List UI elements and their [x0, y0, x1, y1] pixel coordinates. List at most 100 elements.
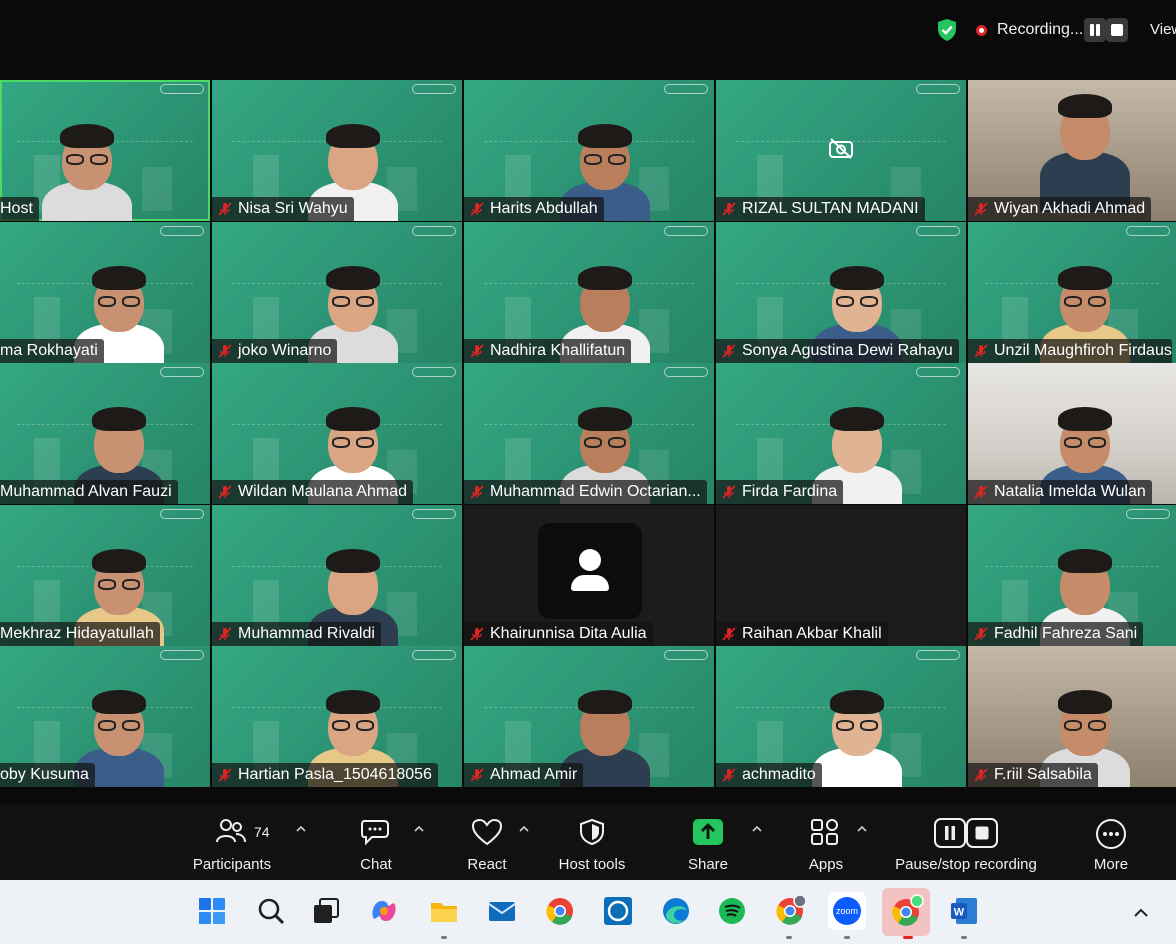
- stop-recording-button[interactable]: [1106, 18, 1128, 42]
- meeting-top-bar: Recording... View: [0, 0, 1176, 60]
- video-tile[interactable]: achmadito: [716, 646, 966, 787]
- apps-button[interactable]: Apps: [796, 804, 856, 880]
- participant-nameplate: Raihan Akbar Khalil: [716, 622, 888, 646]
- participant-name: Firda Fardina: [742, 483, 838, 500]
- pause-stop-recording-label: Pause/stop recording: [895, 856, 1037, 873]
- video-tile[interactable]: Mekhraz Hidayatullah: [0, 505, 210, 646]
- participant-nameplate: Wiyan Akhadi Ahmad: [968, 197, 1152, 221]
- background-logo: [160, 226, 204, 236]
- video-tile[interactable]: Hartian Pasla_1504618056: [212, 646, 462, 787]
- host-shield-icon: [580, 818, 604, 846]
- mail-icon[interactable]: [486, 895, 518, 927]
- video-tile[interactable]: Muhammad Rivaldi: [212, 505, 462, 646]
- muted-mic-icon: [218, 768, 232, 782]
- chrome-active-taskbar-button[interactable]: [882, 888, 930, 936]
- chrome-profile-icon[interactable]: [774, 895, 806, 927]
- more-button[interactable]: More: [1082, 804, 1140, 880]
- video-tile[interactable]: Raihan Akbar Khalil: [716, 505, 966, 646]
- participant-nameplate: oby Kusuma: [0, 763, 95, 787]
- participant-name: Natalia Imelda Wulan: [994, 483, 1146, 500]
- background-logo: [916, 84, 960, 94]
- file-explorer-icon[interactable]: [428, 895, 460, 927]
- participant-name: Host: [0, 200, 33, 217]
- pause-stop-recording-button[interactable]: Pause/stop recording: [884, 804, 1048, 880]
- share-button[interactable]: Share: [678, 804, 738, 880]
- word-icon[interactable]: W: [948, 895, 980, 927]
- video-tile[interactable]: Harits Abdullah: [464, 80, 714, 221]
- apps-caret-icon[interactable]: [857, 824, 867, 834]
- react-button[interactable]: React: [456, 804, 518, 880]
- participant-name: achmadito: [742, 766, 816, 783]
- spotify-icon[interactable]: [716, 895, 748, 927]
- video-tile[interactable]: joko Winarno: [212, 222, 462, 363]
- video-tile[interactable]: Fadhil Fahreza Sani: [968, 505, 1176, 646]
- background-logo: [160, 650, 204, 660]
- background-logo: [412, 367, 456, 377]
- chevron-up-icon[interactable]: [1130, 902, 1152, 924]
- video-tile[interactable]: Host: [0, 80, 210, 221]
- chrome-icon[interactable]: [544, 895, 576, 927]
- participant-name: Muhammad Rivaldi: [238, 625, 375, 642]
- video-tile[interactable]: oby Kusuma: [0, 646, 210, 787]
- zoom-taskbar-button[interactable]: zoom: [828, 892, 866, 930]
- participant-video: [42, 120, 132, 221]
- alexa-icon[interactable]: [602, 895, 634, 927]
- edge-icon[interactable]: [660, 895, 692, 927]
- video-tile[interactable]: F.riil Salsabila: [968, 646, 1176, 787]
- host-tools-label: Host tools: [558, 856, 626, 873]
- muted-mic-icon: [974, 627, 988, 641]
- muted-mic-icon: [722, 768, 736, 782]
- task-view-icon[interactable]: [310, 895, 342, 927]
- video-tile[interactable]: ma Rokhayati: [0, 222, 210, 363]
- video-tile[interactable]: Muhammad Alvan Fauzi: [0, 363, 210, 504]
- participant-name: Mekhraz Hidayatullah: [0, 625, 154, 642]
- copilot-icon[interactable]: [368, 895, 400, 927]
- react-caret-icon[interactable]: [519, 824, 529, 834]
- participant-nameplate: Fadhil Fahreza Sani: [968, 622, 1144, 646]
- participants-caret-icon[interactable]: [296, 824, 306, 834]
- search-icon[interactable]: [255, 895, 287, 927]
- video-tile[interactable]: Natalia Imelda Wulan: [968, 363, 1176, 504]
- heart-icon: [471, 818, 503, 846]
- video-tile[interactable]: Nisa Sri Wahyu: [212, 80, 462, 221]
- zoom-meeting-window: Recording... View Host Nisa Sri Wahyu Hari…: [0, 0, 1176, 944]
- participants-count: 74: [254, 824, 270, 840]
- video-tile[interactable]: RIZAL SULTAN MADANI: [716, 80, 966, 221]
- chat-caret-icon[interactable]: [414, 824, 424, 834]
- video-tile[interactable]: Nadhira Khallifatun: [464, 222, 714, 363]
- participant-nameplate: Nadhira Khallifatun: [464, 339, 632, 363]
- video-tile[interactable]: Muhammad Edwin Octarian...: [464, 363, 714, 504]
- windows-start-icon[interactable]: [196, 895, 228, 927]
- zoom-icon-text: zoom: [836, 906, 858, 916]
- video-tile[interactable]: Sonya Agustina Dewi Rahayu: [716, 222, 966, 363]
- video-tile[interactable]: Wiyan Akhadi Ahmad: [968, 80, 1176, 221]
- video-tile[interactable]: Unzil Maughfiroh Firdaus: [968, 222, 1176, 363]
- participant-name: Wildan Maulana Ahmad: [238, 483, 407, 500]
- chat-button[interactable]: Chat: [346, 804, 406, 880]
- participants-button[interactable]: 74 Participants: [186, 804, 278, 880]
- video-tile[interactable]: Wildan Maulana Ahmad: [212, 363, 462, 504]
- video-tile[interactable]: Khairunnisa Dita Aulia: [464, 505, 714, 646]
- participant-nameplate: RIZAL SULTAN MADANI: [716, 197, 925, 221]
- chrome-active-indicator: [903, 936, 913, 939]
- host-tools-button[interactable]: Host tools: [552, 804, 632, 880]
- participant-name: oby Kusuma: [0, 766, 89, 783]
- security-shield-icon[interactable]: [936, 18, 958, 42]
- participant-nameplate: Sonya Agustina Dewi Rahayu: [716, 339, 959, 363]
- zoom-icon: zoom: [833, 897, 861, 925]
- background-logo: [916, 367, 960, 377]
- participant-nameplate: Natalia Imelda Wulan: [968, 480, 1152, 504]
- recording-status-text[interactable]: Recording...: [997, 20, 1083, 40]
- share-caret-icon[interactable]: [752, 824, 762, 834]
- video-tile[interactable]: Ahmad Amir: [464, 646, 714, 787]
- video-tile[interactable]: Firda Fardina: [716, 363, 966, 504]
- background-logo: [412, 509, 456, 519]
- muted-mic-icon: [722, 627, 736, 641]
- view-button[interactable]: View: [1150, 20, 1176, 40]
- participant-name: Harits Abdullah: [490, 200, 598, 217]
- pause-recording-button[interactable]: [1084, 18, 1106, 42]
- participant-nameplate: Muhammad Rivaldi: [212, 622, 381, 646]
- participant-nameplate: Unzil Maughfiroh Firdaus: [968, 339, 1172, 363]
- participant-name: Fadhil Fahreza Sani: [994, 625, 1138, 642]
- participant-name: Muhammad Alvan Fauzi: [0, 483, 172, 500]
